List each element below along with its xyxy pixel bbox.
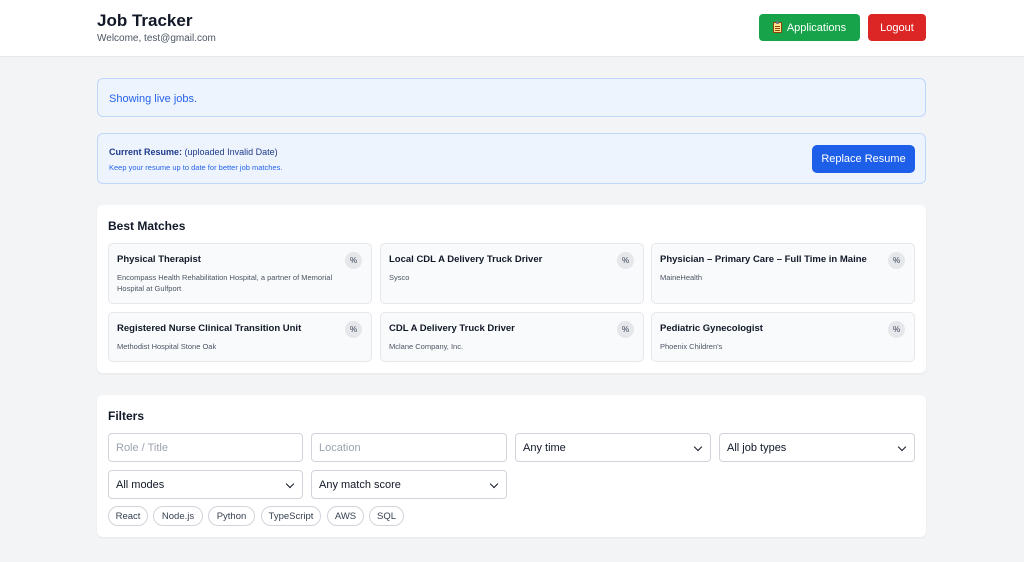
skill-chip-aws[interactable]: AWS bbox=[327, 506, 364, 526]
resume-label: Current Resume: bbox=[109, 147, 183, 157]
chevron-down-icon bbox=[693, 442, 703, 452]
posted-time-value: Any time bbox=[523, 441, 566, 454]
resume-hint: Keep your resume up to date for better j… bbox=[109, 163, 283, 172]
filters-section: Filters Any time All job types All modes… bbox=[97, 395, 926, 537]
match-score-badge: % bbox=[617, 252, 634, 269]
match-score-badge: % bbox=[888, 252, 905, 269]
match-company: Phoenix Children's bbox=[660, 342, 723, 351]
match-score-select[interactable]: Any match score bbox=[311, 470, 507, 499]
match-card[interactable]: Registered Nurse Clinical Transition Uni… bbox=[108, 312, 372, 362]
match-score-badge: % bbox=[888, 321, 905, 338]
posted-time-select[interactable]: Any time bbox=[515, 433, 711, 462]
match-score-value: Any match score bbox=[319, 478, 401, 491]
work-mode-value: All modes bbox=[116, 478, 165, 491]
match-company: MaineHealth bbox=[660, 273, 703, 282]
skill-chip-sql[interactable]: SQL bbox=[369, 506, 404, 526]
match-company: Methodist Hospital Stone Oak bbox=[117, 342, 217, 351]
match-title: Local CDL A Delivery Truck Driver bbox=[389, 254, 543, 265]
match-company: Encompass Health Rehabilitation Hospital… bbox=[117, 273, 333, 293]
match-score-badge: % bbox=[345, 321, 362, 338]
match-card[interactable]: Local CDL A Delivery Truck Driver Sysco … bbox=[380, 243, 644, 304]
work-mode-select[interactable]: All modes bbox=[108, 470, 303, 499]
skill-chip-react[interactable]: React bbox=[108, 506, 148, 526]
applications-button[interactable]: Applications bbox=[759, 14, 860, 41]
match-card[interactable]: Physical Therapist Encompass Health Reha… bbox=[108, 243, 372, 304]
match-card[interactable]: Pediatric Gynecologist Phoenix Children'… bbox=[651, 312, 915, 362]
resume-status-line: Current Resume: (uploaded Invalid Date) bbox=[109, 147, 278, 157]
best-matches-section: Best Matches Physical Therapist Encompas… bbox=[97, 205, 926, 373]
applications-label: Applications bbox=[786, 21, 847, 34]
live-jobs-text: Showing live jobs. bbox=[109, 93, 198, 105]
best-matches-title: Best Matches bbox=[108, 219, 186, 233]
job-type-select[interactable]: All job types bbox=[719, 433, 915, 462]
clipboard-icon bbox=[772, 21, 782, 33]
chevron-down-icon bbox=[897, 442, 907, 452]
match-title: Physician – Primary Care – Full Time in … bbox=[660, 254, 867, 265]
skill-chip-python[interactable]: Python bbox=[208, 506, 255, 526]
welcome-text: Welcome, test@gmail.com bbox=[97, 33, 216, 44]
top-bar: Job Tracker Welcome, test@gmail.com Appl… bbox=[0, 0, 1024, 57]
filters-title: Filters bbox=[108, 409, 145, 423]
resume-banner: Current Resume: (uploaded Invalid Date) … bbox=[97, 133, 926, 184]
chevron-down-icon bbox=[285, 479, 295, 489]
match-score-badge: % bbox=[345, 252, 362, 269]
role-title-input[interactable] bbox=[108, 433, 303, 462]
resume-upload-status: (uploaded Invalid Date) bbox=[184, 147, 278, 157]
match-card[interactable]: Physician – Primary Care – Full Time in … bbox=[651, 243, 915, 304]
job-type-value: All job types bbox=[727, 441, 787, 454]
live-jobs-banner: Showing live jobs. bbox=[97, 78, 926, 117]
match-title: CDL A Delivery Truck Driver bbox=[389, 323, 515, 334]
match-title: Registered Nurse Clinical Transition Uni… bbox=[117, 323, 302, 334]
logout-button[interactable]: Logout bbox=[868, 14, 926, 41]
replace-resume-button[interactable]: Replace Resume bbox=[812, 145, 915, 173]
match-card[interactable]: CDL A Delivery Truck Driver Mclane Compa… bbox=[380, 312, 644, 362]
match-company: Mclane Company, Inc. bbox=[389, 342, 464, 351]
skill-chip-typescript[interactable]: TypeScript bbox=[261, 506, 321, 526]
skill-chip-nodejs[interactable]: Node.js bbox=[153, 506, 203, 526]
match-company: Sysco bbox=[389, 273, 410, 282]
app-title: Job Tracker bbox=[97, 11, 193, 30]
match-title: Pediatric Gynecologist bbox=[660, 323, 763, 334]
match-score-badge: % bbox=[617, 321, 634, 338]
chevron-down-icon bbox=[489, 479, 499, 489]
location-input[interactable] bbox=[311, 433, 507, 462]
match-title: Physical Therapist bbox=[117, 254, 201, 265]
